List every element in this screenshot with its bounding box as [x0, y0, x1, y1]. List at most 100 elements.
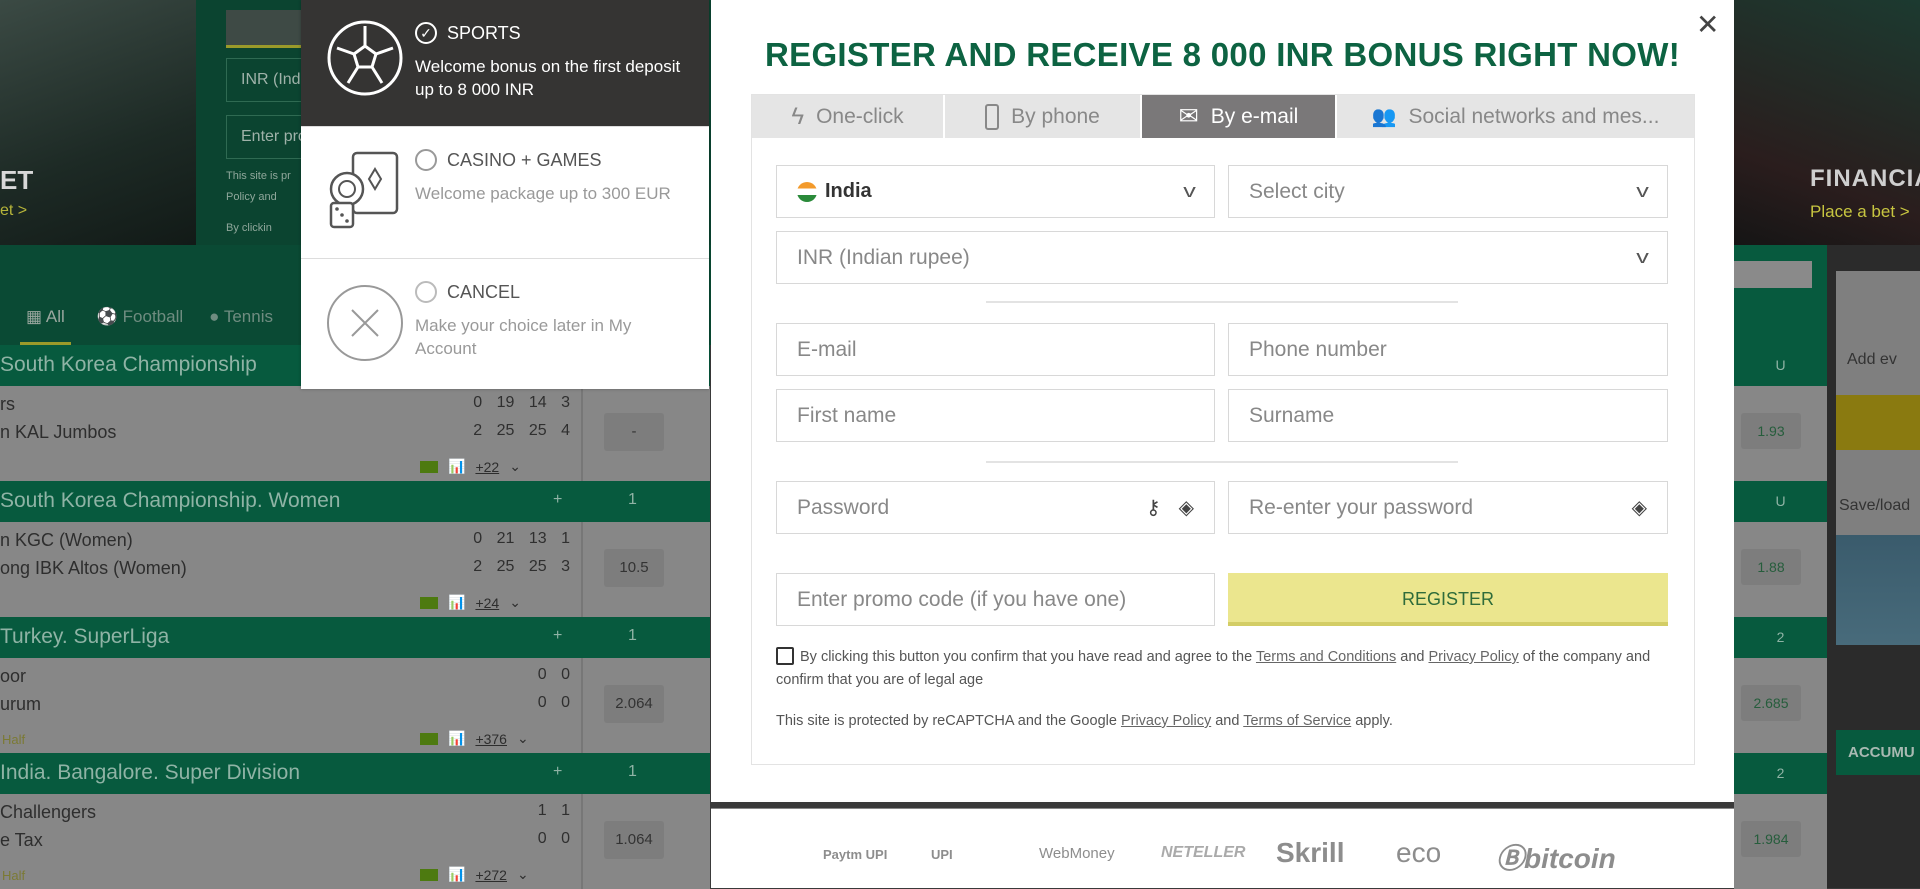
city-select[interactable]: Select city v	[1228, 165, 1668, 218]
field-icon[interactable]	[420, 732, 438, 745]
users-icon: 👥	[1371, 106, 1397, 128]
currency-select[interactable]: INR (Indian rupee) v	[776, 231, 1668, 284]
phone-field[interactable]: Phone number	[1228, 323, 1668, 376]
add-icon[interactable]: +	[553, 491, 562, 509]
match-row[interactable]: Challengers e Tax 1 1 0 0 Half 📊 +272 ⌄ 1.…	[0, 794, 710, 889]
password-field[interactable]: Password ⚷ ◈	[776, 481, 1215, 534]
promo-code-field[interactable]: Enter promo code (if you have one)	[776, 573, 1215, 626]
email-field[interactable]: E-mail	[776, 323, 1215, 376]
more-markets-link[interactable]: +24	[475, 595, 499, 611]
option-desc: Welcome bonus on the first deposit up to…	[415, 57, 681, 99]
odds-button[interactable]: -	[604, 413, 664, 451]
match-row[interactable]: rs n KAL Jumbos 0 19 14 3 2 25 25 4 📊 +22…	[0, 386, 710, 481]
skrill-logo: Skrill	[1276, 837, 1345, 868]
grid-icon: ▦	[26, 307, 46, 326]
radio-checked[interactable]: ✓	[415, 22, 437, 44]
divider	[986, 461, 1458, 463]
tab-one-click[interactable]: ϟ One-click	[752, 95, 945, 138]
stats-icon[interactable]: 📊	[448, 458, 465, 475]
sport-tab-tennis[interactable]: ● Tennis	[209, 307, 273, 345]
place-bet-link[interactable]: Place a bet >	[1810, 202, 1910, 222]
chevron-down-icon: v	[1636, 181, 1649, 201]
field-icon[interactable]	[420, 596, 438, 609]
more-markets-link[interactable]: +376	[475, 731, 507, 747]
save-load-link[interactable]: Save/load	[1839, 497, 1910, 515]
sport-tab-football[interactable]: ⚽ Football	[97, 307, 183, 345]
league-header[interactable]: India. Bangalore. Super Division + 1	[0, 753, 710, 794]
odds-button[interactable]: 2.685	[1741, 685, 1801, 721]
promo-image	[1836, 535, 1920, 645]
radio-unchecked[interactable]	[415, 149, 437, 171]
bet-slip-widget: Add ev Save/load ACCUMU	[1827, 245, 1920, 888]
option-title: CASINO + GAMES	[447, 150, 602, 170]
chevron-down-icon[interactable]: ⌄	[509, 458, 521, 475]
chevron-down-icon[interactable]: ⌄	[517, 730, 529, 747]
key-icon[interactable]: ⚷	[1146, 495, 1161, 520]
stats-icon[interactable]: 📊	[448, 730, 465, 747]
tab-social-networks[interactable]: 👥 Social networks and mes...	[1337, 95, 1694, 138]
odds-cell: 1.88	[1734, 522, 1827, 617]
sport-tab-all[interactable]: ▦ All	[20, 307, 71, 345]
league-header[interactable]: South Korea Championship. Women + 1	[0, 481, 710, 522]
team-2: n KAL Jumbos	[0, 422, 117, 442]
country-select[interactable]: India v	[776, 165, 1215, 218]
score-1: 0 21 13 1	[473, 530, 570, 547]
lightning-icon: ϟ	[791, 102, 805, 130]
football-icon: ⚽	[96, 307, 123, 326]
eye-slash-icon[interactable]: ◈	[1179, 495, 1194, 520]
stats-icon[interactable]: 📊	[448, 866, 465, 883]
odds-button[interactable]: 2.064	[604, 685, 664, 723]
radio-unchecked[interactable]	[415, 281, 437, 303]
terms-text: By clicking this button you confirm that…	[776, 647, 1651, 688]
league-header[interactable]: Turkey. SuperLiga + 1	[0, 617, 710, 658]
option-desc: Make your choice later in My Account	[415, 316, 632, 358]
tab-by-phone[interactable]: By phone	[945, 95, 1142, 138]
match-row[interactable]: oor urum 0 0 0 0 Half 📊 +376 ⌄ 2.064	[0, 658, 710, 753]
more-markets-link[interactable]: +272	[475, 867, 507, 883]
eye-slash-icon[interactable]: ◈	[1632, 495, 1647, 520]
field-icon[interactable]	[420, 868, 438, 881]
surname-field[interactable]: Surname	[1228, 389, 1668, 442]
modal-title: REGISTER AND RECEIVE 8 000 INR BONUS RIG…	[765, 36, 1680, 73]
odds-column-header: 2	[1734, 753, 1827, 794]
chevron-down-icon[interactable]: ⌄	[517, 866, 529, 883]
terms-checkbox[interactable]	[776, 647, 794, 665]
bonus-option-cancel[interactable]: CANCEL Make your choice later in My Acco…	[301, 259, 709, 389]
odds-button[interactable]: 1.93	[1741, 413, 1801, 449]
bg-by-clicking: By clickin	[226, 222, 272, 234]
odds-button[interactable]: 1.984	[1741, 821, 1801, 857]
add-icon[interactable]: +	[553, 763, 562, 781]
more-markets-link[interactable]: +22	[475, 459, 499, 475]
bonus-option-casino[interactable]: CASINO + GAMES Welcome package up to 300…	[301, 127, 709, 259]
add-icon[interactable]: +	[553, 627, 562, 645]
google-terms-link[interactable]: Terms of Service	[1243, 713, 1351, 729]
privacy-link[interactable]: Privacy Policy	[1428, 649, 1518, 665]
google-privacy-link[interactable]: Privacy Policy	[1121, 713, 1211, 729]
match-row[interactable]: n KGC (Women) ong IBK Altos (Women) 0 21…	[0, 522, 710, 617]
odds-cell: 1.984	[1734, 794, 1827, 889]
score-1: 0 0	[537, 666, 570, 683]
india-flag-icon	[797, 181, 817, 202]
chevron-down-icon: v	[1183, 181, 1196, 201]
team-1: oor	[0, 666, 27, 686]
odds-button[interactable]: 1.064	[604, 821, 664, 859]
odds-button[interactable]: 1.88	[1741, 549, 1801, 585]
hero-link[interactable]: et >	[0, 202, 27, 220]
field-icon[interactable]	[420, 460, 438, 473]
cancel-circle-icon	[327, 285, 403, 361]
search-input[interactable]	[1734, 261, 1812, 288]
tab-by-email[interactable]: ✉ By e-mail	[1142, 95, 1337, 138]
repassword-field[interactable]: Re-enter your password ◈	[1228, 481, 1668, 534]
register-button[interactable]: REGISTER	[1228, 573, 1668, 626]
hero-title: ET	[0, 165, 34, 195]
bonus-option-sports[interactable]: ✓ SPORTS Welcome bonus on the first depo…	[301, 0, 709, 127]
team-2: urum	[0, 694, 42, 714]
chevron-down-icon[interactable]: ⌄	[509, 594, 521, 611]
odds-button[interactable]: 10.5	[604, 549, 664, 587]
stats-icon[interactable]: 📊	[448, 594, 465, 611]
odds-column-header: U	[1734, 345, 1827, 386]
casino-chips-icon	[329, 151, 399, 229]
first-name-field[interactable]: First name	[776, 389, 1215, 442]
bet-slip-button[interactable]	[1836, 395, 1920, 450]
terms-link[interactable]: Terms and Conditions	[1256, 649, 1396, 665]
